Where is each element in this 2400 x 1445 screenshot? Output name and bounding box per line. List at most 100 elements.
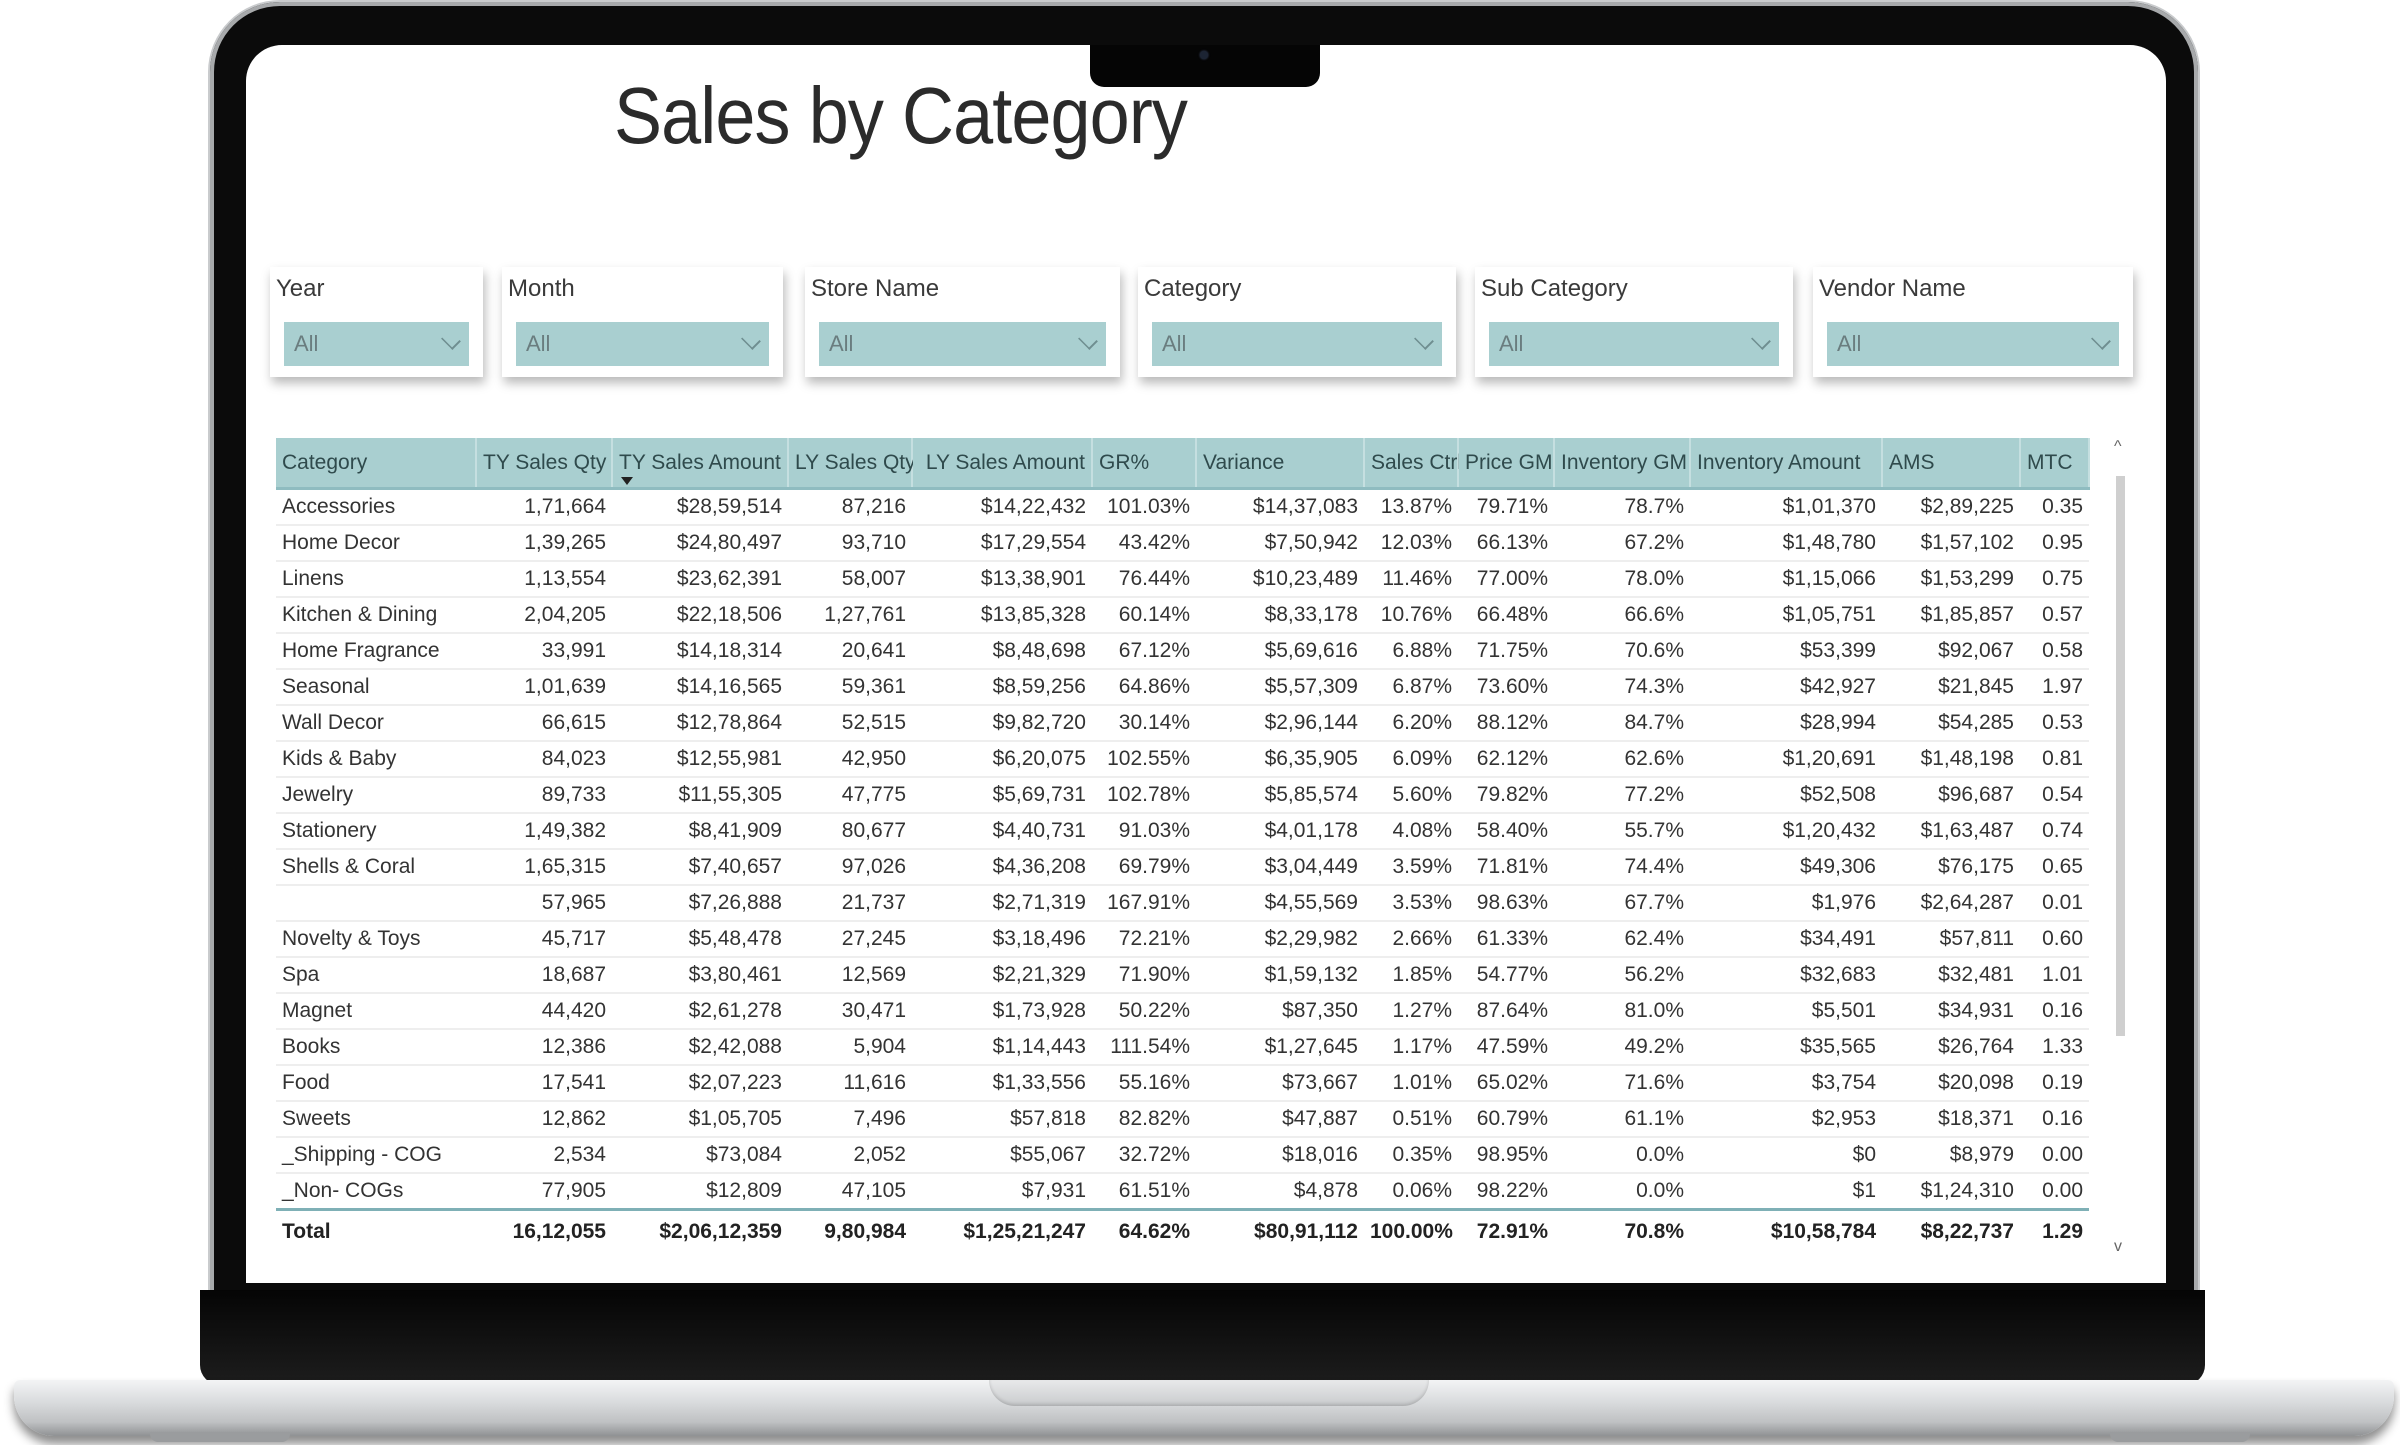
laptop-foot-right xyxy=(2110,1432,2250,1442)
table-row[interactable]: Kids & Baby 84,023 $12,55,981 42,950 $6,20,0… xyxy=(276,741,2089,778)
column-header-ly-sales-qty[interactable]: LY Sales Qty xyxy=(788,438,916,490)
column-header-variance[interactable]: Variance xyxy=(1196,438,1365,490)
slicer-value: All xyxy=(1837,331,1862,356)
column-header-gr-pct[interactable]: GR% xyxy=(1092,438,1197,490)
scroll-down-icon[interactable]: v xyxy=(2114,1238,2122,1256)
value-cell: 2.66% xyxy=(1364,921,1458,958)
value-cell: 97,026 xyxy=(788,849,912,886)
value-cell: $3,18,496 xyxy=(912,921,1092,958)
scrollbar-thumb[interactable] xyxy=(2116,476,2125,1036)
slicer-vendor-name: Vendor Name All xyxy=(1813,267,2133,377)
table-row[interactable]: Books 12,386 $2,42,088 5,904 $1,14,443 111.54… xyxy=(276,1029,2089,1066)
table-row[interactable]: Kitchen & Dining 2,04,205 $22,18,506 1,27,7… xyxy=(276,597,2089,634)
total-value-cell: $80,91,112 xyxy=(1196,1208,1364,1253)
table-row[interactable]: _Shipping - COG 2,534 $73,084 2,052 $55,067 3… xyxy=(276,1137,2089,1174)
year-dropdown[interactable]: All xyxy=(284,322,469,366)
table-row[interactable]: Accessories 1,71,664 $28,59,514 87,216 $14,2… xyxy=(276,488,2089,526)
table-row[interactable]: Stationery 1,49,382 $8,41,909 80,677 $4,40,7… xyxy=(276,813,2089,850)
value-cell: $1,48,780 xyxy=(1690,525,1882,562)
value-cell: 77.00% xyxy=(1458,561,1554,598)
value-cell: $9,82,720 xyxy=(912,705,1092,742)
column-header-inventory-gm[interactable]: Inventory GM xyxy=(1554,438,1691,490)
table-row[interactable]: 57,965 $7,26,888 21,737 $2,71,319 167.91% $4,… xyxy=(276,885,2089,922)
category-cell: Jewelry xyxy=(276,777,476,814)
table-row[interactable]: Wall Decor 66,615 $12,78,864 52,515 $9,82,72… xyxy=(276,705,2089,742)
category-cell: Wall Decor xyxy=(276,705,476,742)
slicer-value: All xyxy=(829,331,854,356)
value-cell: 0.75 xyxy=(2020,561,2089,598)
value-cell: 1,39,265 xyxy=(476,525,612,562)
sub-category-dropdown[interactable]: All xyxy=(1489,322,1779,366)
month-dropdown[interactable]: All xyxy=(516,322,769,366)
value-cell: $8,59,256 xyxy=(912,669,1092,706)
value-cell: $5,48,478 xyxy=(612,921,788,958)
value-cell: 1.01 xyxy=(2020,957,2089,994)
chevron-down-icon xyxy=(2091,330,2111,350)
store-name-dropdown[interactable]: All xyxy=(819,322,1106,366)
value-cell: $5,69,616 xyxy=(1196,633,1364,670)
table-row[interactable]: Home Fragrance 33,991 $14,18,314 20,641 $8,4… xyxy=(276,633,2089,670)
value-cell: 72.21% xyxy=(1092,921,1196,958)
sales-by-category-table: Category TY Sales Qty TY Sales Amount LY… xyxy=(276,438,2090,1253)
table-row[interactable]: Jewelry 89,733 $11,55,305 47,775 $5,69,731 10… xyxy=(276,777,2089,814)
value-cell: $2,29,982 xyxy=(1196,921,1364,958)
table-row[interactable]: Food 17,541 $2,07,223 11,616 $1,33,556 55.16%… xyxy=(276,1065,2089,1102)
value-cell: $1,976 xyxy=(1690,885,1882,922)
category-cell: _Non- COGs xyxy=(276,1173,476,1211)
value-cell: 82.82% xyxy=(1092,1101,1196,1138)
vendor-name-dropdown[interactable]: All xyxy=(1827,322,2119,366)
scroll-up-icon[interactable]: ^ xyxy=(2114,438,2122,456)
value-cell: 0.16 xyxy=(2020,1101,2089,1138)
value-cell: 74.3% xyxy=(1554,669,1690,706)
value-cell: $49,306 xyxy=(1690,849,1882,886)
value-cell: 98.63% xyxy=(1458,885,1554,922)
value-cell: 62.12% xyxy=(1458,741,1554,778)
value-cell: 62.4% xyxy=(1554,921,1690,958)
column-header-inventory-amount[interactable]: Inventory Amount xyxy=(1690,438,1883,490)
value-cell: 1.01% xyxy=(1364,1065,1458,1102)
value-cell: $14,22,432 xyxy=(912,488,1092,526)
value-cell: 78.7% xyxy=(1554,488,1690,526)
table-row[interactable]: _Non- COGs 77,905 $12,809 47,105 $7,931 61.51… xyxy=(276,1173,2089,1211)
value-cell: $34,931 xyxy=(1882,993,2020,1030)
table-row[interactable]: Linens 1,13,554 $23,62,391 58,007 $13,38,901… xyxy=(276,561,2089,598)
value-cell: $4,36,208 xyxy=(912,849,1092,886)
value-cell: $11,55,305 xyxy=(612,777,788,814)
value-cell: $1,63,487 xyxy=(1882,813,2020,850)
column-header-ly-sales-amount[interactable]: LY Sales Amount xyxy=(912,438,1093,490)
value-cell: $7,931 xyxy=(912,1173,1092,1211)
value-cell: 67.7% xyxy=(1554,885,1690,922)
column-header-mtc[interactable]: MTC xyxy=(2020,438,2090,490)
value-cell: 71.81% xyxy=(1458,849,1554,886)
table-row[interactable]: Home Decor 1,39,265 $24,80,497 93,710 $17,29… xyxy=(276,525,2089,562)
category-dropdown[interactable]: All xyxy=(1152,322,1442,366)
table-row[interactable]: Magnet 44,420 $2,61,278 30,471 $1,73,928 50.2… xyxy=(276,993,2089,1030)
value-cell: 59,361 xyxy=(788,669,912,706)
value-cell: $42,927 xyxy=(1690,669,1882,706)
column-header-category[interactable]: Category xyxy=(276,438,477,490)
column-header-ty-sales-amount[interactable]: TY Sales Amount xyxy=(612,438,789,490)
value-cell: $4,40,731 xyxy=(912,813,1092,850)
value-cell: 47,105 xyxy=(788,1173,912,1211)
column-header-ty-sales-qty[interactable]: TY Sales Qty xyxy=(476,438,613,490)
table-row[interactable]: Spa 18,687 $3,80,461 12,569 $2,21,329 71.90% $… xyxy=(276,957,2089,994)
column-header-ams[interactable]: AMS xyxy=(1882,438,2021,490)
table-row[interactable]: Sweets 12,862 $1,05,705 7,496 $57,818 82.82% $… xyxy=(276,1101,2089,1138)
value-cell: $17,29,554 xyxy=(912,525,1092,562)
value-cell: 0.74 xyxy=(2020,813,2089,850)
table-row[interactable]: Novelty & Toys 45,717 $5,48,478 27,245 $3,18… xyxy=(276,921,2089,958)
value-cell: $47,887 xyxy=(1196,1101,1364,1138)
value-cell: 0.16 xyxy=(2020,993,2089,1030)
column-header-price-gm[interactable]: Price GM xyxy=(1458,438,1555,490)
chevron-down-icon xyxy=(741,330,761,350)
slicer-label: Vendor Name xyxy=(1819,275,1966,302)
value-cell: $2,21,329 xyxy=(912,957,1092,994)
table-row[interactable]: Shells & Coral 1,65,315 $7,40,657 97,026 $4,… xyxy=(276,849,2089,886)
value-cell: $35,565 xyxy=(1690,1029,1882,1066)
table-row[interactable]: Seasonal 1,01,639 $14,16,565 59,361 $8,59,25… xyxy=(276,669,2089,706)
column-header-sales-ctrl[interactable]: Sales Ctrl xyxy=(1364,438,1462,490)
value-cell: 30.14% xyxy=(1092,705,1196,742)
value-cell: 73.60% xyxy=(1458,669,1554,706)
value-cell: 12,862 xyxy=(476,1101,612,1138)
table-scrollbar[interactable]: ^ v xyxy=(2114,438,2128,1258)
